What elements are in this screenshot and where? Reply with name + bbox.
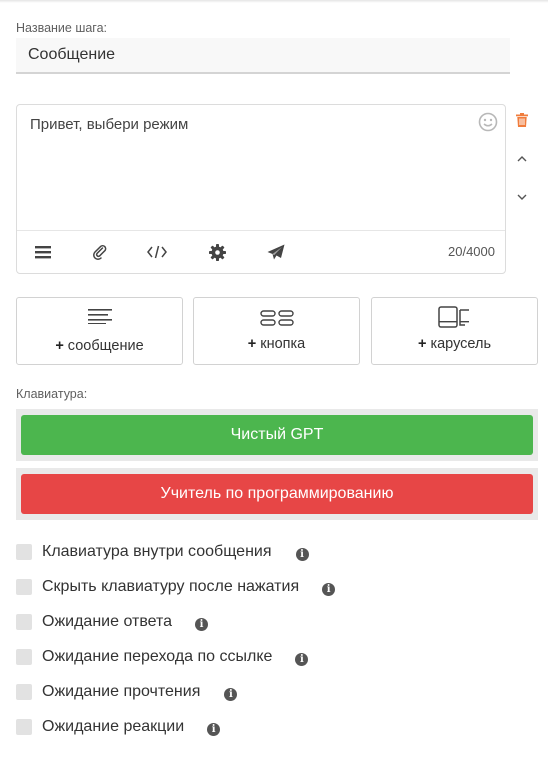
checkbox[interactable] (16, 684, 32, 700)
carousel-icon (437, 306, 469, 328)
message-text[interactable]: Привет, выбери режим (30, 116, 188, 133)
emoji-icon[interactable] (478, 112, 498, 132)
info-icon[interactable]: i (322, 582, 336, 596)
option-wait-link[interactable]: Ожидание перехода по ссылке i (16, 646, 309, 668)
info-icon[interactable]: i (295, 547, 309, 561)
add-message-button[interactable]: + сообщение (16, 297, 183, 365)
info-icon[interactable]: i (195, 617, 209, 631)
checkbox[interactable] (16, 579, 32, 595)
code-icon[interactable] (147, 242, 167, 262)
info-icon[interactable]: i (224, 687, 238, 701)
chevron-up-icon[interactable] (514, 151, 530, 167)
buttons-icon (259, 310, 294, 326)
option-label[interactable]: Скрыть клавиатуру после нажатия (42, 578, 299, 596)
trash-icon[interactable] (514, 112, 530, 128)
send-icon[interactable] (266, 242, 286, 262)
step-name-input[interactable] (16, 38, 510, 74)
option-hide-keyboard[interactable]: Скрыть клавиатуру после нажатия i (16, 576, 336, 598)
option-wait-reply[interactable]: Ожидание ответа i (16, 611, 209, 633)
keyboard-button-clean-gpt[interactable]: Чистый GPT (21, 415, 533, 455)
plus-sign: + (417, 336, 427, 352)
plus-sign: + (247, 336, 257, 352)
option-label[interactable]: Ожидание ответа (42, 613, 172, 631)
info-icon[interactable]: i (207, 722, 221, 736)
paperclip-icon[interactable] (90, 242, 110, 262)
keyboard-row: Чистый GPT (16, 409, 538, 461)
add-button-label: кнопка (260, 336, 306, 352)
option-label[interactable]: Ожидание реакции (42, 718, 184, 736)
checkbox[interactable] (16, 544, 32, 560)
gear-icon[interactable] (207, 242, 227, 262)
add-message-label: сообщение (67, 338, 144, 354)
message-editor[interactable]: Привет, выбери режим 20/4000 (16, 104, 506, 274)
plus-sign: + (55, 338, 64, 354)
checkbox[interactable] (16, 614, 32, 630)
info-icon[interactable]: i (295, 652, 309, 666)
editor-toolbar: 20/4000 (17, 230, 505, 273)
option-wait-reaction[interactable]: Ожидание реакции i (16, 716, 221, 738)
text-lines-icon (87, 309, 112, 324)
menu-icon[interactable] (33, 242, 53, 262)
chevron-down-icon[interactable] (514, 189, 530, 205)
add-carousel-button[interactable]: + карусель (371, 297, 538, 365)
keyboard-label: Клавиатура: (16, 387, 88, 401)
top-shadow (0, 0, 548, 3)
checkbox[interactable] (16, 719, 32, 735)
keyboard-row: Учитель по программированию (16, 468, 538, 520)
option-label[interactable]: Ожидание прочтения (42, 683, 200, 701)
option-wait-read[interactable]: Ожидание прочтения i (16, 681, 238, 703)
add-carousel-label: карусель (430, 336, 492, 352)
char-count: 20/4000 (448, 244, 495, 259)
checkbox[interactable] (16, 649, 32, 665)
keyboard-button-programming-teacher[interactable]: Учитель по программированию (21, 474, 533, 514)
option-keyboard-inside[interactable]: Клавиатура внутри сообщения i (16, 541, 309, 563)
option-label[interactable]: Ожидание перехода по ссылке (42, 648, 272, 666)
add-button-button[interactable]: + кнопка (193, 297, 360, 365)
step-name-label: Название шага: (16, 21, 108, 35)
option-label[interactable]: Клавиатура внутри сообщения (42, 543, 272, 561)
